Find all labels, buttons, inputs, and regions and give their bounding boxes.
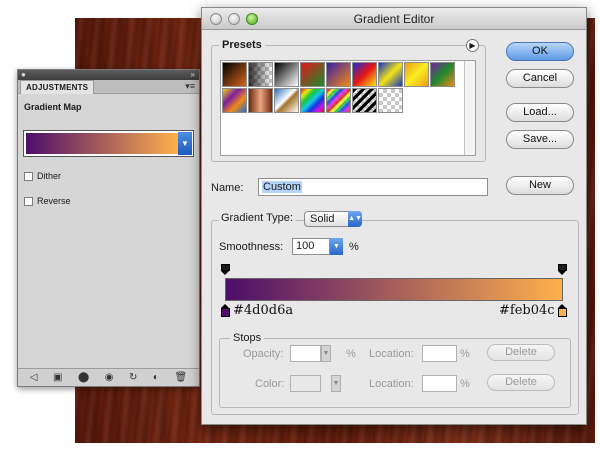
panel-menu-icon[interactable]: ▾≡ [185,81,195,92]
opacity-label: Opacity: [243,348,284,360]
ok-button[interactable]: OK [506,42,574,61]
adjustments-panel: ● » ADJUSTMENTS ▾≡ Gradient Map ▼ Dither… [17,69,200,387]
opacity-stop-right[interactable] [558,264,567,275]
circle-icon[interactable]: ⬤ [78,370,89,386]
reverse-checkbox[interactable]: Reverse [24,196,71,206]
preset-swatch[interactable] [248,88,273,113]
color-stop-right[interactable] [558,304,567,317]
color-label: Color: [255,378,285,390]
gradient-name-value: Custom [262,181,302,193]
presets-menu-arrow-icon[interactable]: ▶ [466,39,479,52]
left-stop-hex-label: #4d0d6a [233,303,294,318]
refresh-icon[interactable]: ↻ [129,370,137,386]
smoothness-label: Smoothness: [219,241,284,253]
back-arrow-icon[interactable]: ◁ [30,370,38,386]
smoothness-percent: % [349,241,359,253]
color-location-percent: % [460,378,470,390]
preset-swatch[interactable] [274,62,299,87]
preset-swatch[interactable] [274,88,299,113]
window-title: Gradient Editor [353,12,435,26]
load-button[interactable]: Load... [506,103,574,122]
dither-checkbox[interactable]: Dither [24,171,61,181]
gradient-type-select[interactable]: Solid ▲▼ [304,211,362,227]
opacity-input[interactable] [290,345,321,362]
delete-opacity-stop-button[interactable]: Delete [487,344,555,361]
dither-checkbox-box[interactable] [24,171,33,181]
opacity-dropdown-icon[interactable]: ▼ [321,345,331,362]
preset-swatch[interactable] [352,88,377,113]
preset-swatch[interactable] [352,62,377,87]
panel-close-icon[interactable]: ● [21,70,26,80]
gradient-dropdown-icon[interactable]: ▼ [178,132,192,155]
gradient-editor-window: Gradient Editor Presets ▶ OK Cancel Load… [201,7,587,425]
name-label: Name: [211,182,244,194]
opacity-location-label: Location: [369,348,414,360]
trash-icon[interactable]: 🗑 [174,370,187,386]
reverse-checkbox-box[interactable] [24,196,33,206]
reset-icon[interactable]: ◐ [153,370,159,386]
preset-swatch[interactable] [300,62,325,87]
preset-swatch[interactable] [326,88,351,113]
window-titlebar: Gradient Editor [202,8,586,30]
opacity-stop-left[interactable] [221,264,230,275]
opacity-location-percent: % [460,348,470,360]
select-stepper-icon[interactable]: ▲▼ [348,211,362,227]
right-stop-hex-label: #feb04c [499,303,555,318]
preset-swatch[interactable] [326,62,351,87]
presets-scrollbar[interactable] [464,61,475,155]
gradient-type-label: Gradient Type: [219,212,295,224]
eye-icon[interactable]: ◉ [105,370,114,386]
dither-label: Dither [37,171,62,181]
layers-icon[interactable]: ▣ [53,370,62,386]
new-button[interactable]: New [506,176,574,195]
preset-swatch[interactable] [222,62,247,87]
stops-label: Stops [230,332,265,344]
save-button[interactable]: Save... [506,130,574,149]
gradient-editor-bar[interactable] [225,278,563,301]
preset-swatch[interactable] [430,62,455,87]
opacity-percent: % [346,348,356,360]
panel-tab-row: ADJUSTMENTS ▾≡ [18,80,199,94]
preset-swatch[interactable] [248,62,273,87]
tab-adjustments[interactable]: ADJUSTMENTS [20,80,95,94]
stop-color-dropdown-icon[interactable]: ▼ [331,375,341,392]
presets-group: Presets ▶ [211,39,486,162]
delete-color-stop-button[interactable]: Delete [487,374,555,391]
preset-swatch[interactable] [378,62,403,87]
smoothness-input[interactable]: 100 [292,238,330,255]
cancel-button[interactable]: Cancel [506,69,574,88]
color-location-input[interactable] [422,375,457,392]
stop-color-swatch[interactable] [290,375,321,392]
presets-swatch-grid [220,60,476,156]
presets-label: Presets [219,39,265,51]
color-location-label: Location: [369,378,414,390]
reverse-label: Reverse [37,196,71,206]
panel-topbar: ● » [18,70,199,80]
preset-swatch[interactable] [222,88,247,113]
panel-collapse-icon[interactable]: » [191,70,195,80]
gradient-type-value: Solid [310,213,335,225]
gradient-map-picker[interactable]: ▼ [23,130,194,157]
gradient-map-preview[interactable] [26,133,178,154]
gradient-name-input[interactable]: Custom [258,178,488,196]
preset-swatch[interactable] [404,62,429,87]
smoothness-dropdown-icon[interactable]: ▼ [330,238,343,255]
panel-title: Gradient Map [24,102,82,112]
preset-swatch[interactable] [300,88,325,113]
opacity-location-input[interactable] [422,345,457,362]
preset-swatch[interactable] [378,88,403,113]
color-stop-left[interactable] [221,304,230,317]
panel-footer-toolbar: ◁ ▣ ⬤ ◉ ↻ ◐ 🗑 [18,368,199,386]
